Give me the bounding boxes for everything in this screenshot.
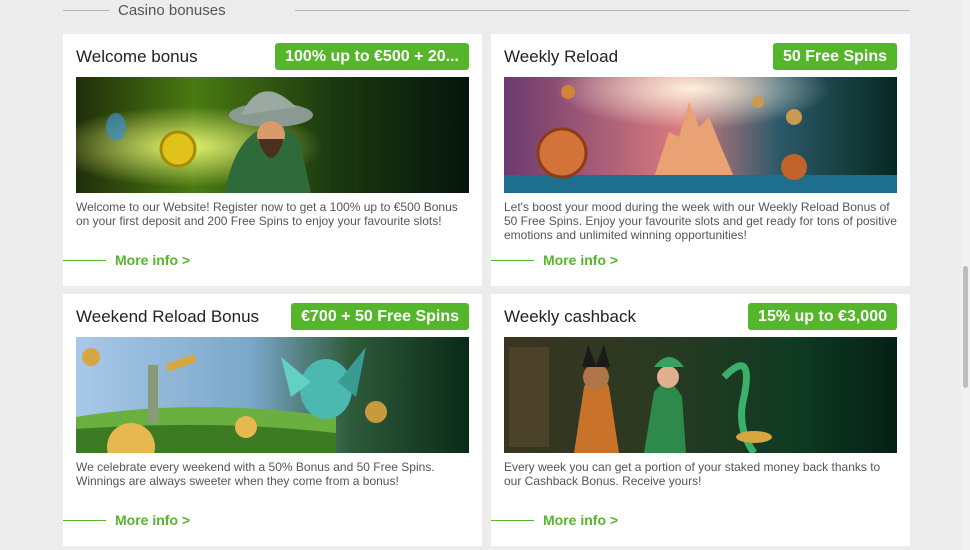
card-title: Weekend Reload Bonus <box>76 307 260 326</box>
bonus-badge: 50 Free Spins <box>772 43 897 70</box>
more-info-divider <box>63 260 106 261</box>
more-info-divider <box>63 520 106 521</box>
card-description: We celebrate every weekend with a 50% Bo… <box>76 460 435 488</box>
more-info-link[interactable]: More info > <box>543 512 618 528</box>
header-divider-right <box>295 10 910 11</box>
bonus-badge: €700 + 50 Free Spins <box>291 303 469 330</box>
bonus-badge: 15% up to €3,000 <box>748 303 897 330</box>
more-info-link[interactable]: More info > <box>543 252 618 268</box>
header-divider-left <box>63 10 109 11</box>
banner-image-weekly-reload[interactable] <box>504 77 897 193</box>
bonus-card-weekly-reload: Weekly Reload 50 Free Spins Let's boost … <box>491 34 910 286</box>
section-header: Casino bonuses <box>63 0 910 22</box>
card-title: Weekly cashback <box>504 307 636 326</box>
bonus-card-weekend-reload: Weekend Reload Bonus €700 + 50 Free Spin… <box>63 294 482 546</box>
more-info-link[interactable]: More info > <box>115 512 190 528</box>
card-description: Let's boost your mood during the week wi… <box>504 200 897 242</box>
banner-image-weekly-cashback[interactable] <box>504 337 897 453</box>
card-description: Every week you can get a portion of your… <box>504 460 881 488</box>
bonus-card-welcome: Welcome bonus 100% up to €500 + 20... We… <box>63 34 482 286</box>
card-description: Welcome to our Website! Register now to … <box>76 200 458 228</box>
bonus-badge: 100% up to €500 + 20... <box>275 43 469 70</box>
banner-image-welcome[interactable] <box>76 77 469 193</box>
more-info-divider <box>491 520 534 521</box>
page-scrollbar[interactable] <box>961 0 970 550</box>
more-info-divider <box>491 260 534 261</box>
bonus-card-weekly-cashback: Weekly cashback 15% up to €3,000 Every w… <box>491 294 910 546</box>
scrollbar-thumb[interactable] <box>963 266 968 388</box>
section-title: Casino bonuses <box>118 2 226 19</box>
card-title: Weekly Reload <box>504 47 619 66</box>
card-title: Welcome bonus <box>76 47 198 66</box>
banner-image-weekend-reload[interactable] <box>76 337 469 453</box>
more-info-link[interactable]: More info > <box>115 252 190 268</box>
